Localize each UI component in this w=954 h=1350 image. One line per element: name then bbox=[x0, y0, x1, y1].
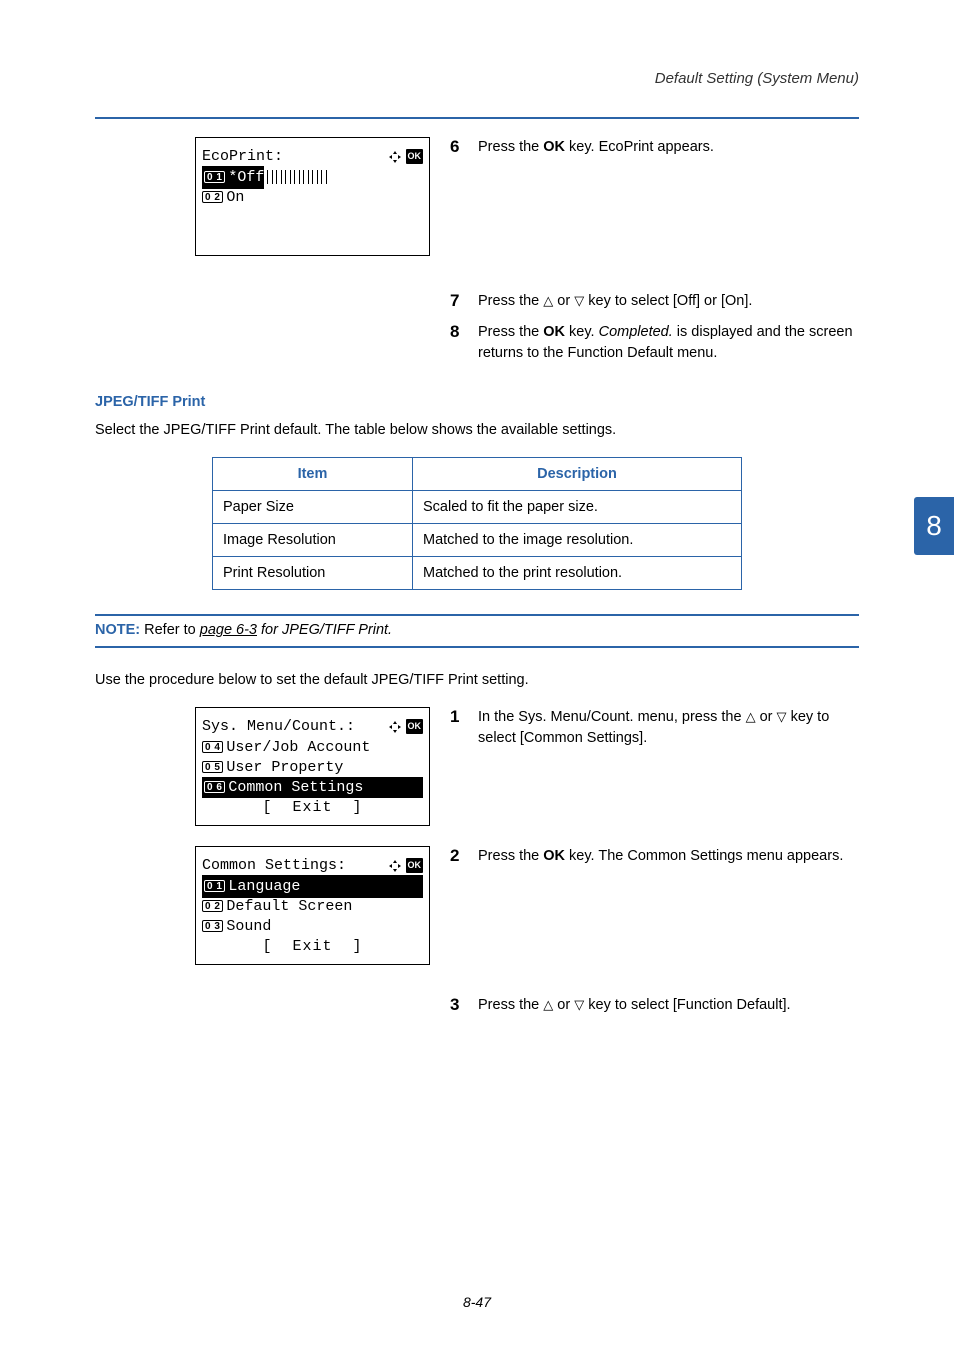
procedure-intro: Use the procedure below to set the defau… bbox=[95, 670, 859, 691]
header-rule bbox=[95, 117, 859, 119]
note-link[interactable]: page 6-3 bbox=[200, 622, 257, 638]
lcd2-l3-num: 0 6 bbox=[204, 781, 225, 793]
down-triangle-icon: ▽ bbox=[777, 709, 787, 724]
step6-num: 6 bbox=[450, 137, 478, 157]
lcd3-l3-num: 0 3 bbox=[202, 920, 223, 932]
lcd1-opt2: On bbox=[226, 187, 244, 208]
step2-num: 2 bbox=[450, 846, 478, 866]
table-row: Image Resolution Matched to the image re… bbox=[213, 524, 742, 557]
jpeg-intro: Select the JPEG/TIFF Print default. The … bbox=[95, 420, 859, 441]
lcd2-exit: [ Exit ] bbox=[202, 797, 423, 817]
up-triangle-icon: △ bbox=[746, 709, 756, 724]
note-line: NOTE: Refer to page 6-3 for JPEG/TIFF Pr… bbox=[95, 622, 859, 638]
down-triangle-icon: ▽ bbox=[574, 293, 584, 308]
step7-num: 7 bbox=[450, 291, 478, 311]
step3-num: 3 bbox=[450, 995, 478, 1015]
jpeg-tiff-heading: JPEG/TIFF Print bbox=[95, 394, 859, 410]
lcd2-l2: User Property bbox=[226, 757, 343, 778]
note-label: NOTE: bbox=[95, 622, 140, 638]
lcd1-opt1: *Off bbox=[228, 167, 264, 188]
note-rule-bottom bbox=[95, 646, 859, 648]
page-header: Default Setting (System Menu) bbox=[95, 70, 859, 87]
step6-text: Press the OK key. EcoPrint appears. bbox=[478, 137, 714, 158]
lcd2-l1: User/Job Account bbox=[226, 737, 370, 758]
lcd2-l3: Common Settings bbox=[228, 777, 363, 798]
step1-text: In the Sys. Menu/Count. menu, press the … bbox=[478, 707, 859, 749]
step1-num: 1 bbox=[450, 707, 478, 727]
lcd3-l1: Language bbox=[228, 876, 300, 897]
hatch-fill bbox=[264, 170, 328, 184]
up-triangle-icon: △ bbox=[543, 293, 553, 308]
step2-text: Press the OK key. The Common Settings me… bbox=[478, 846, 843, 867]
lcd2-title: Sys. Menu/Count.: bbox=[202, 716, 355, 737]
up-triangle-icon: △ bbox=[543, 997, 553, 1012]
lcd3-l1-num: 0 1 bbox=[204, 880, 225, 892]
chapter-tab: 8 bbox=[914, 497, 954, 555]
lcd2-l1-num: 0 4 bbox=[202, 741, 223, 753]
lcd2-l2-num: 0 5 bbox=[202, 761, 223, 773]
lcd3-title: Common Settings: bbox=[202, 855, 346, 876]
step3-text: Press the △ or ▽ key to select [Function… bbox=[478, 995, 791, 1016]
lcd1-opt1-num: 0 1 bbox=[204, 171, 225, 183]
lcd1-title: EcoPrint: bbox=[202, 146, 283, 167]
th-item: Item bbox=[213, 458, 413, 491]
lcd3-l2: Default Screen bbox=[226, 896, 352, 917]
step8-text: Press the OK key. Completed. is displaye… bbox=[478, 322, 859, 364]
th-desc: Description bbox=[413, 458, 742, 491]
down-triangle-icon: ▽ bbox=[574, 997, 584, 1012]
table-row: Paper Size Scaled to fit the paper size. bbox=[213, 491, 742, 524]
step8-num: 8 bbox=[450, 322, 478, 342]
settings-table: Item Description Paper Size Scaled to fi… bbox=[212, 457, 742, 590]
lcd3-l2-num: 0 2 bbox=[202, 900, 223, 912]
table-row: Print Resolution Matched to the print re… bbox=[213, 557, 742, 590]
lcd1-opt2-num: 0 2 bbox=[202, 191, 223, 203]
note-rule-top bbox=[95, 614, 859, 616]
lcd3-exit: [ Exit ] bbox=[202, 936, 423, 956]
lcd3-l3: Sound bbox=[226, 916, 271, 937]
step7-text: Press the △ or ▽ key to select [Off] or … bbox=[478, 291, 752, 312]
page-footer: 8-47 bbox=[0, 1294, 954, 1310]
